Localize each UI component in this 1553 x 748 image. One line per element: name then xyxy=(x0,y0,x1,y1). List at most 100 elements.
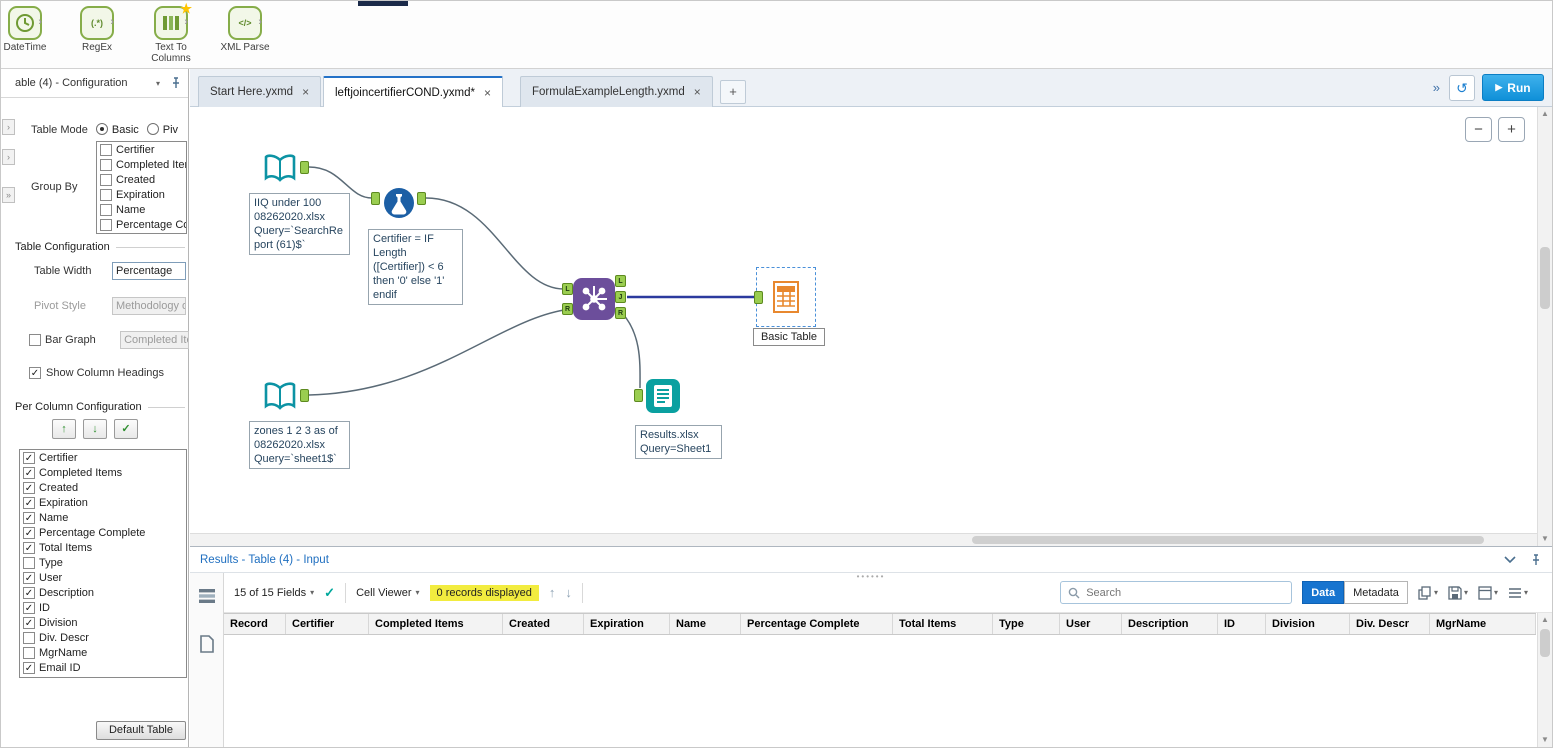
formula-tool[interactable] xyxy=(383,187,415,219)
table-tool[interactable] xyxy=(768,279,804,315)
tab-leftjoincertifiercond[interactable]: leftjoincertifierCOND.yxmd* × xyxy=(323,76,503,107)
list-item[interactable]: ✓ User xyxy=(20,570,186,585)
checkbox[interactable] xyxy=(100,203,112,216)
list-item[interactable]: Expiration xyxy=(97,187,186,202)
tool-annotation[interactable]: IIQ under 100 08262020.xlsx Query=`Searc… xyxy=(249,193,350,255)
checkbox[interactable]: ✓ xyxy=(23,586,35,599)
column-header[interactable]: User xyxy=(1060,614,1122,634)
cell-viewer-dropdown[interactable]: Cell Viewer ▾ xyxy=(356,587,419,599)
input-anchor[interactable] xyxy=(371,192,380,205)
join-output-port-j[interactable]: J xyxy=(615,291,626,303)
column-header[interactable]: MgrName xyxy=(1430,614,1536,634)
results-vertical-scrollbar[interactable]: ▲ ▼ xyxy=(1537,613,1552,747)
input-data-tool-2[interactable] xyxy=(262,379,298,415)
checkbox[interactable] xyxy=(100,218,112,231)
tool-annotation[interactable]: zones 1 2 3 as of 08262020.xlsx Query=`s… xyxy=(249,421,350,469)
checkbox[interactable]: ✓ xyxy=(23,451,35,464)
palette-tool-xml-parse[interactable]: </> › XML Parse xyxy=(213,6,277,53)
new-tab-button[interactable]: + xyxy=(720,80,746,104)
new-window-button[interactable]: ▾ xyxy=(1478,585,1498,600)
checkbox[interactable]: ✓ xyxy=(23,601,35,614)
results-grid-body[interactable] xyxy=(224,635,1536,747)
join-output-port-r[interactable]: R xyxy=(615,307,626,319)
collapse-chevron-icon[interactable] xyxy=(1504,555,1516,564)
input-anchor[interactable] xyxy=(634,389,643,402)
checkbox[interactable]: ✓ xyxy=(23,571,35,584)
column-header[interactable]: Description xyxy=(1122,614,1218,634)
list-item[interactable]: Name xyxy=(97,202,186,217)
list-item[interactable]: ✓ Expiration xyxy=(20,495,186,510)
column-header[interactable]: Certifier xyxy=(286,614,369,634)
checkbox[interactable]: ✓ xyxy=(23,496,35,509)
zoom-in-button[interactable]: + xyxy=(1498,117,1525,142)
pin-icon[interactable] xyxy=(1530,553,1542,566)
tool-label[interactable]: Basic Table xyxy=(753,328,825,346)
chevron-down-icon[interactable]: ▾ xyxy=(156,79,160,88)
column-header[interactable]: Type xyxy=(993,614,1060,634)
next-record-icon[interactable]: ↓ xyxy=(565,585,572,600)
palette-tool-datetime[interactable]: › DateTime xyxy=(1,6,57,53)
output-anchor[interactable] xyxy=(417,192,426,205)
results-column-headers[interactable]: Record Certifier Completed Items Created… xyxy=(224,613,1536,635)
column-header[interactable]: Percentage Complete xyxy=(741,614,893,634)
checkbox[interactable]: ✓ xyxy=(23,511,35,524)
copy-button[interactable]: ▾ xyxy=(1418,585,1438,600)
list-item[interactable]: ✓ Name xyxy=(20,510,186,525)
data-tab-button[interactable]: Data xyxy=(1302,581,1345,604)
checkbox[interactable] xyxy=(100,188,112,201)
checkbox[interactable]: ✓ xyxy=(23,466,35,479)
list-item[interactable]: ✓ Percentage Complete xyxy=(20,525,186,540)
checkbox[interactable]: ✓ xyxy=(23,481,35,494)
checkbox[interactable] xyxy=(100,143,112,156)
list-item[interactable]: Created xyxy=(97,172,186,187)
list-item[interactable]: ✓ Description xyxy=(20,585,186,600)
tab-overflow-icon[interactable]: » xyxy=(1431,80,1442,95)
results-header[interactable]: Results - Table (4) - Input xyxy=(190,547,1552,573)
run-button[interactable]: ▶ Run xyxy=(1482,74,1544,101)
output-anchor[interactable] xyxy=(300,161,309,174)
bar-graph-checkbox[interactable] xyxy=(29,334,41,346)
list-item[interactable]: ✓ Total Items xyxy=(20,540,186,555)
column-header[interactable]: Record xyxy=(224,614,286,634)
metadata-tab-button[interactable]: Metadata xyxy=(1344,581,1408,604)
list-item[interactable]: Certifier xyxy=(97,142,186,157)
move-down-button[interactable]: ↓ xyxy=(83,419,107,439)
list-item[interactable]: Completed Item xyxy=(97,157,186,172)
list-item[interactable]: ✓ Division xyxy=(20,615,186,630)
join-output-port-l[interactable]: L xyxy=(615,275,626,287)
join-tool[interactable] xyxy=(573,278,615,320)
checkbox[interactable]: ✓ xyxy=(23,616,35,629)
docked-panel-button[interactable]: » xyxy=(2,187,15,203)
column-header[interactable]: ID xyxy=(1218,614,1266,634)
list-item[interactable]: Percentage Co xyxy=(97,217,186,232)
pin-icon[interactable] xyxy=(170,77,182,89)
join-input-port-left[interactable]: L xyxy=(562,283,573,295)
close-icon[interactable]: × xyxy=(484,86,491,100)
radio-pivot[interactable]: Piv xyxy=(146,123,178,136)
list-item[interactable]: ✓ Completed Items xyxy=(20,465,186,480)
join-input-port-right[interactable]: R xyxy=(562,303,573,315)
zoom-out-button[interactable]: − xyxy=(1465,117,1492,142)
previous-record-icon[interactable]: ↑ xyxy=(549,585,556,600)
options-menu-button[interactable]: ▾ xyxy=(1508,587,1528,599)
column-header[interactable]: Division xyxy=(1266,614,1350,634)
search-input[interactable] xyxy=(1086,586,1285,599)
history-icon[interactable]: ↺ xyxy=(1449,74,1475,101)
column-header[interactable]: Expiration xyxy=(584,614,670,634)
radio-basic[interactable]: Basic xyxy=(95,123,139,136)
checkbox[interactable] xyxy=(100,158,112,171)
scroll-down-icon[interactable]: ▼ xyxy=(1538,733,1552,747)
checkbox[interactable]: ✓ xyxy=(23,661,35,674)
docked-panel-button[interactable]: › xyxy=(2,149,15,165)
checkbox[interactable] xyxy=(23,556,35,569)
list-item[interactable]: Type xyxy=(20,555,186,570)
tool-annotation[interactable]: Results.xlsx Query=Sheet1 xyxy=(635,425,722,459)
move-up-button[interactable]: ↑ xyxy=(52,419,76,439)
list-item[interactable]: Div. Descr xyxy=(20,630,186,645)
checkbox[interactable] xyxy=(23,631,35,644)
column-header[interactable]: Div. Descr xyxy=(1350,614,1430,634)
column-header[interactable]: Completed Items xyxy=(369,614,503,634)
scroll-up-icon[interactable]: ▲ xyxy=(1538,107,1552,121)
input-anchor[interactable] xyxy=(754,291,763,304)
tab-formulaexamplelength[interactable]: FormulaExampleLength.yxmd × xyxy=(520,76,713,107)
